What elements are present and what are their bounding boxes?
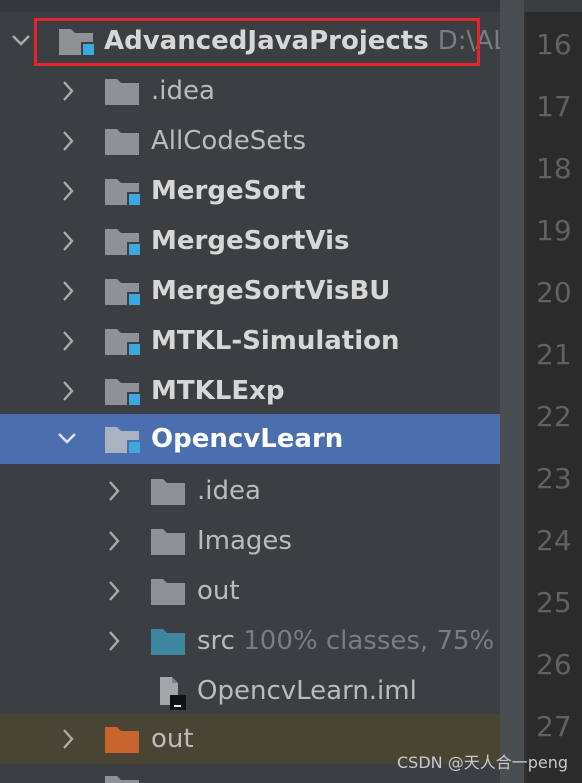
tree-item-label: .idea bbox=[151, 76, 215, 106]
chevron-right-icon[interactable] bbox=[58, 128, 78, 154]
tree-item-label: OpencvLearn bbox=[151, 424, 344, 454]
module-folder-icon bbox=[104, 225, 142, 259]
chevron-right-icon[interactable] bbox=[58, 328, 78, 354]
line-number: 17 bbox=[536, 90, 572, 123]
line-number: 21 bbox=[536, 338, 572, 371]
tree-row-idea[interactable]: .idea bbox=[0, 66, 524, 116]
line-number: 23 bbox=[536, 462, 572, 495]
tree-item-label: MergeSortVis bbox=[151, 226, 350, 256]
tree-item-label: MergeSort bbox=[151, 176, 306, 206]
folder-icon bbox=[150, 525, 188, 559]
tree-row-opencvlearn[interactable]: OpencvLearn bbox=[0, 414, 524, 464]
chevron-right-icon[interactable] bbox=[104, 528, 124, 554]
tree-item-label: AdvancedJavaProjects D:\ALLI bbox=[104, 25, 524, 57]
chevron-right-icon[interactable] bbox=[58, 228, 78, 254]
chevron-down-icon[interactable] bbox=[10, 28, 30, 54]
project-tree[interactable]: AdvancedJavaProjects D:\ALLI .idea AllCo… bbox=[0, 0, 524, 783]
tree-row-mergesortvis[interactable]: MergeSortVis bbox=[0, 216, 524, 266]
module-folder-icon bbox=[104, 175, 142, 209]
line-number: 18 bbox=[536, 152, 572, 185]
chevron-down-icon[interactable] bbox=[56, 426, 76, 452]
folder-icon bbox=[104, 125, 142, 159]
line-number: 16 bbox=[536, 28, 572, 61]
source-folder-icon bbox=[150, 625, 188, 659]
folder-icon bbox=[150, 575, 188, 609]
tree-item-label: out bbox=[151, 724, 194, 754]
tree-item-label: AllCodeSets bbox=[151, 126, 307, 156]
line-number: 22 bbox=[536, 400, 572, 433]
tree-item-label: .idea bbox=[197, 476, 261, 506]
line-number: 20 bbox=[536, 276, 572, 309]
tree-row-mtkl-simulation[interactable]: MTKL-Simulation bbox=[0, 316, 524, 366]
tree-row-mergesort[interactable]: MergeSort bbox=[0, 166, 524, 216]
chevron-right-icon[interactable] bbox=[58, 178, 78, 204]
line-number: 26 bbox=[536, 648, 572, 681]
module-folder-icon bbox=[104, 325, 142, 359]
chevron-right-icon[interactable] bbox=[58, 278, 78, 304]
iml-file-icon bbox=[152, 675, 188, 710]
watermark: CSDN @天人合一peng bbox=[396, 753, 568, 772]
tree-row-mtklexp[interactable]: MTKLExp bbox=[0, 366, 524, 416]
chevron-right-icon[interactable] bbox=[58, 378, 78, 404]
line-number: 25 bbox=[536, 586, 572, 619]
tree-row-root[interactable]: AdvancedJavaProjects D:\ALLI bbox=[0, 16, 524, 66]
tree-item-label: OpencvLearn.iml bbox=[197, 676, 417, 706]
tree-row-src[interactable]: src 100% classes, 75% lir bbox=[0, 616, 524, 666]
editor-gutter-top bbox=[524, 0, 582, 12]
tree-top-strip bbox=[0, 0, 524, 12]
tree-row-iml-file[interactable]: OpencvLearn.iml bbox=[0, 666, 524, 716]
module-folder-icon bbox=[104, 375, 142, 409]
chevron-right-icon[interactable] bbox=[58, 78, 78, 104]
tree-row-mergesortvisbu[interactable]: MergeSortVisBU bbox=[0, 266, 524, 316]
tree-row-opencvlearn-idea[interactable]: .idea bbox=[0, 466, 524, 516]
chevron-right-icon[interactable] bbox=[104, 628, 124, 654]
tree-row-images[interactable]: Images bbox=[0, 516, 524, 566]
chevron-right-icon[interactable] bbox=[58, 726, 78, 752]
line-number: 19 bbox=[536, 214, 572, 247]
tree-scrollbar[interactable] bbox=[500, 0, 524, 783]
tree-item-label: Images bbox=[197, 526, 292, 556]
excluded-folder-icon bbox=[104, 723, 142, 757]
folder-icon bbox=[150, 475, 188, 509]
line-number: 27 bbox=[536, 710, 572, 743]
tree-item-label: MTKL-Simulation bbox=[151, 326, 400, 356]
tree-item-label: src 100% classes, 75% lir bbox=[197, 625, 524, 657]
folder-icon bbox=[104, 75, 142, 109]
chevron-right-icon[interactable] bbox=[104, 478, 124, 504]
tree-row-opencvlearn-out[interactable]: out bbox=[0, 566, 524, 616]
tree-item-label: MergeSortVisBU bbox=[151, 276, 391, 306]
line-number: 24 bbox=[536, 524, 572, 557]
chevron-right-icon[interactable] bbox=[104, 578, 124, 604]
tree-item-label: MTKLExp bbox=[151, 376, 285, 406]
tree-row-allcodesets[interactable]: AllCodeSets bbox=[0, 116, 524, 166]
module-folder-icon bbox=[58, 25, 96, 59]
tree-item-label: out bbox=[197, 576, 240, 606]
module-folder-icon bbox=[104, 772, 142, 783]
coverage-info: 100% classes, 75% lir bbox=[243, 626, 524, 656]
module-folder-icon bbox=[104, 275, 142, 309]
module-folder-icon bbox=[104, 423, 142, 457]
